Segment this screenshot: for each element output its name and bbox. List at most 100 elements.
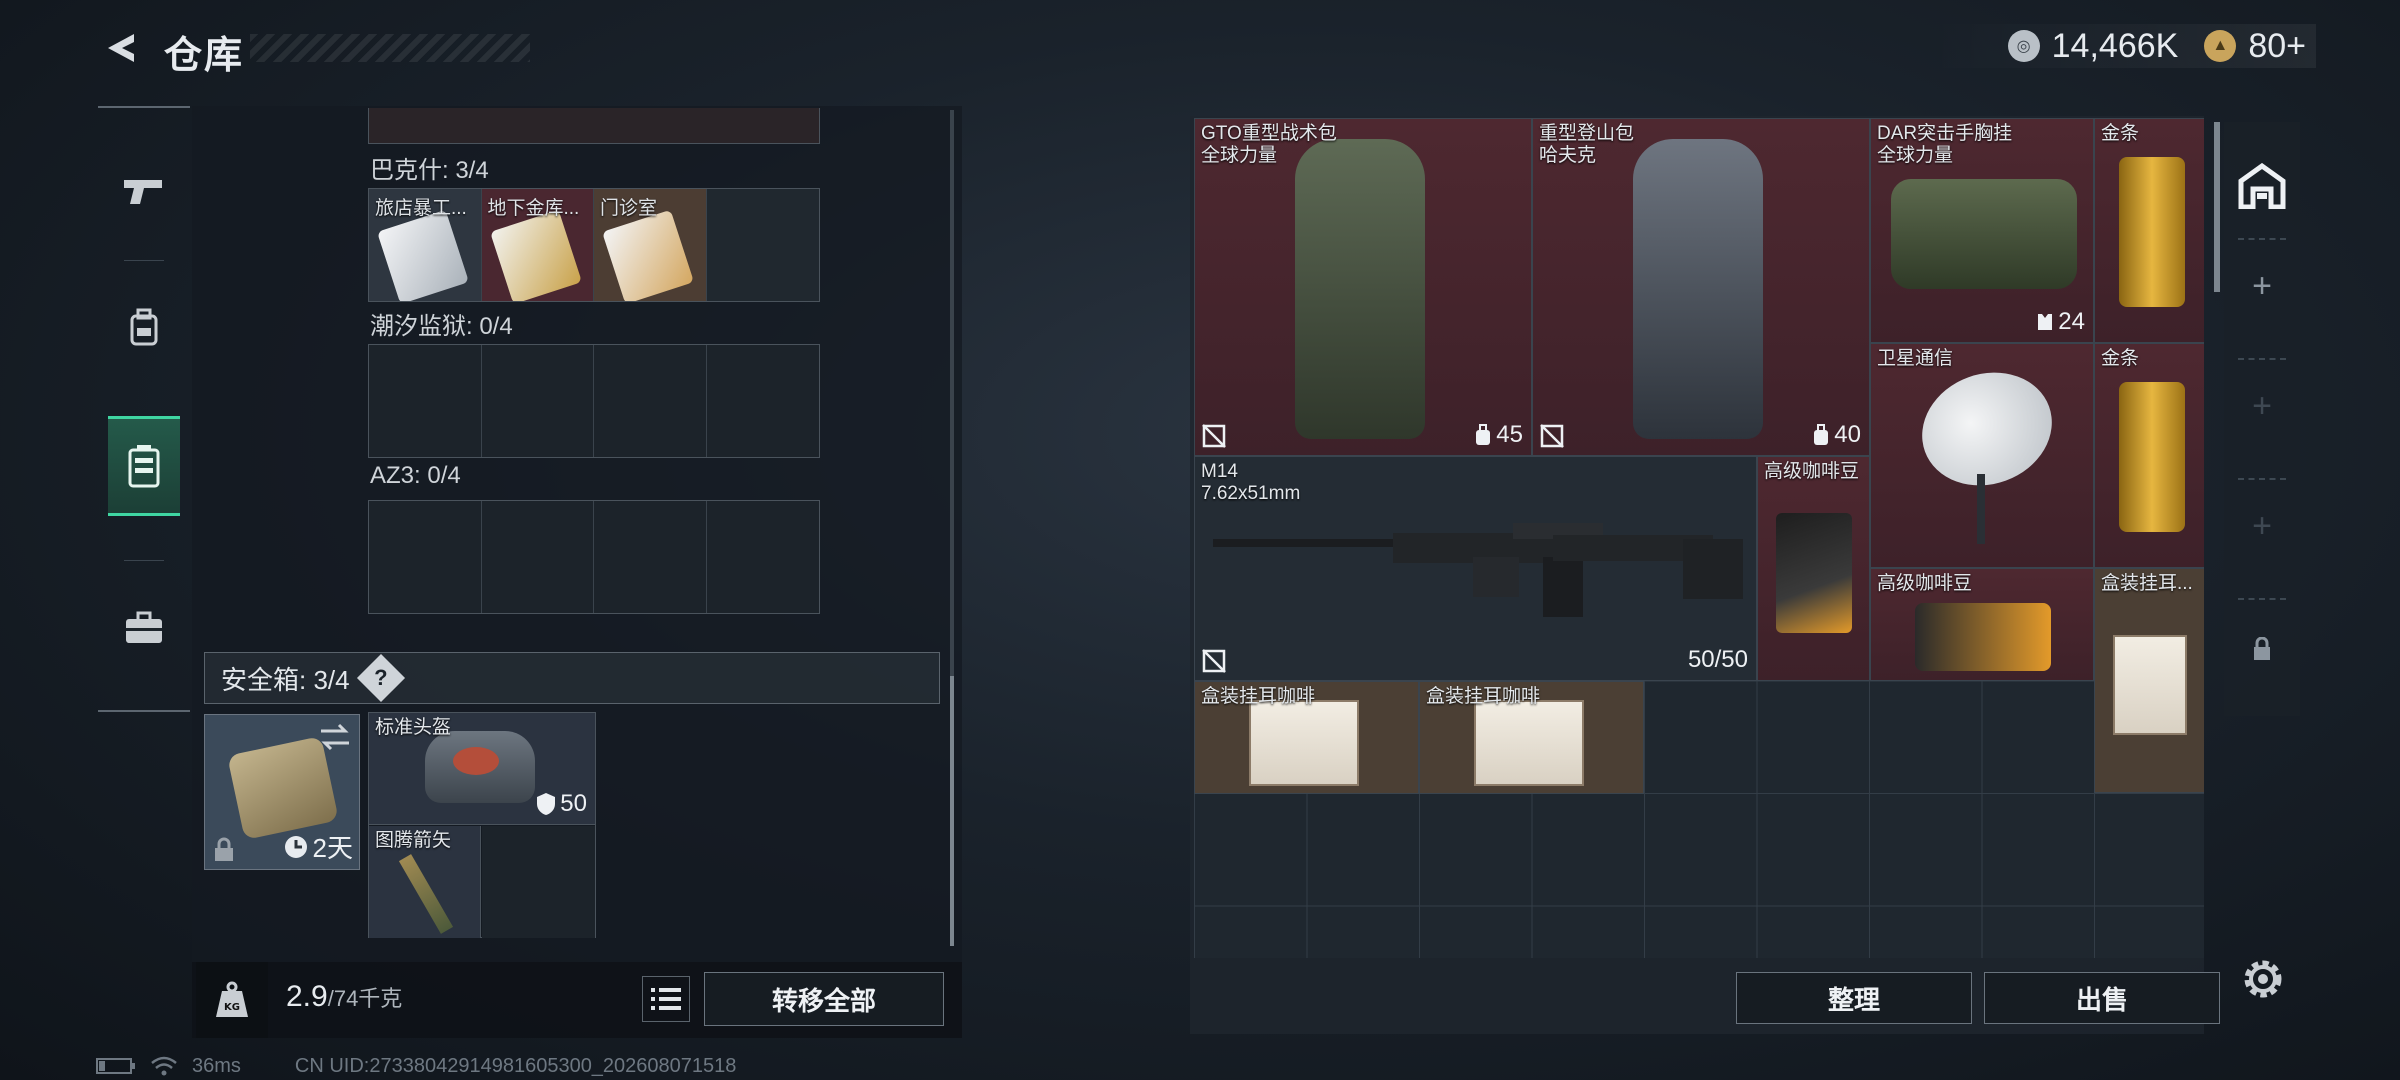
tab-weapons[interactable]: [108, 142, 180, 242]
satellite-dish-image: [1906, 354, 2068, 504]
status-bar: 36ms CN UID:27338042914981605300_2026080…: [96, 1054, 736, 1078]
coffee-box-image: [1249, 700, 1359, 786]
safebox-case[interactable]: 2天: [204, 714, 360, 870]
inventory-item-chest-rig[interactable]: DAR突击手胸挂 全球力量 24: [1870, 118, 2094, 343]
keycard-icon: [602, 209, 694, 301]
empty-slot[interactable]: [482, 501, 594, 613]
duration-text: 2天: [312, 833, 353, 863]
clock-icon: [284, 835, 307, 858]
empty-slot[interactable]: [482, 345, 594, 457]
keycard-icon: [377, 209, 469, 301]
tab-containers[interactable]: [108, 416, 180, 516]
inventory-item-gto-backpack[interactable]: GTO重型战术包 全球力量 45: [1194, 118, 1532, 456]
inventory-item-climbing-backpack[interactable]: 重型登山包 哈夫克 40: [1532, 118, 1870, 456]
shield-icon: [537, 793, 556, 815]
safebox-case-image: [227, 735, 339, 841]
inventory-scrollbar[interactable]: [2214, 122, 2220, 292]
inventory-item-gold-bar[interactable]: 金条: [2094, 343, 2204, 568]
gold-amount: 80+: [2248, 26, 2306, 65]
item-name: 门诊室: [600, 198, 658, 219]
add-storage-page[interactable]: +: [2224, 256, 2300, 316]
empty-slot[interactable]: [707, 345, 820, 457]
gun-icon: [124, 180, 162, 204]
empty-slot[interactable]: [482, 826, 595, 938]
ping-text: 36ms: [192, 1054, 241, 1077]
arrow-item[interactable]: 图腾箭矢: [369, 826, 481, 938]
tab-storage-main[interactable]: [2224, 148, 2300, 224]
inventory-item-m14[interactable]: M14 7.62x51mm 50/50: [1194, 456, 1757, 681]
no-insure-icon: [1540, 424, 1564, 448]
coffee-bag-image: [1915, 603, 2051, 671]
item-name: 标准头盔: [375, 717, 452, 738]
category-tabs: [98, 106, 190, 712]
keycard-slot[interactable]: 旅店暴工...: [369, 189, 482, 301]
item-name: 重型登山包 哈夫克: [1539, 123, 1635, 166]
item-name: 高级咖啡豆: [1877, 573, 1973, 594]
inventory-item-satellite[interactable]: 卫星通信: [1870, 343, 2094, 568]
currency-display: ◎ 14,466K ▲ 80+: [1927, 24, 2316, 68]
container-grid-bakesh: 旅店暴工... 地下金库... 门诊室: [368, 188, 820, 302]
briefcase-icon: [126, 611, 162, 643]
tab-equipment[interactable]: [108, 278, 180, 378]
empty-slot[interactable]: [594, 501, 707, 613]
transfer-all-button[interactable]: 转移全部: [704, 972, 944, 1026]
weight-value: 2.9/74千克: [286, 980, 403, 1013]
back-arrow-icon: [108, 34, 134, 62]
inventory-item-gold-bar[interactable]: 金条: [2094, 118, 2204, 343]
satellite-stand: [1977, 474, 1985, 544]
item-name: DAR突击手胸挂 全球力量: [1877, 123, 2013, 166]
helmet-item[interactable]: 标准头盔 50: [369, 713, 595, 825]
item-name: 旅店暴工...: [375, 198, 467, 219]
backpack-image: [1633, 139, 1763, 439]
empty-slot[interactable]: [369, 501, 482, 613]
sort-button[interactable]: 整理: [1736, 972, 1972, 1024]
inventory-item-drip-coffee[interactable]: 盒装挂耳咖啡: [1194, 681, 1419, 794]
inventory-item-drip-coffee[interactable]: 盒装挂耳...: [2094, 568, 2204, 793]
inventory-item-coffee-beans[interactable]: 高级咖啡豆: [1870, 568, 2094, 681]
empty-slot[interactable]: [706, 189, 819, 301]
backpack-small-icon: [1814, 424, 1829, 445]
storage-page-tabs: + + +: [2224, 122, 2300, 716]
list-view-button[interactable]: [642, 976, 690, 1022]
locked-storage-page[interactable]: [2224, 624, 2300, 674]
item-name: 金条: [2101, 123, 2140, 144]
item-name: 地下金库...: [487, 198, 580, 219]
swap-icon[interactable]: [319, 723, 351, 751]
capacity-stat: 24: [2036, 308, 2085, 336]
safebox-label: 安全箱: 3/4: [221, 664, 350, 695]
partial-grid-above: [368, 108, 820, 144]
safebox-header: 安全箱: 3/4 ?: [204, 652, 940, 704]
settings-button[interactable]: [2238, 954, 2288, 1004]
keycard-slot[interactable]: 地下金库...: [481, 189, 594, 301]
add-storage-page[interactable]: +: [2224, 496, 2300, 556]
coffee-bag-image: [1776, 513, 1852, 633]
item-name: 金条: [2101, 348, 2140, 369]
empty-slot[interactable]: [707, 501, 820, 613]
silver-coin-icon: ◎: [2007, 30, 2040, 62]
sell-button[interactable]: 出售: [1984, 972, 2220, 1024]
gold-coin-icon: ▲: [2204, 30, 2237, 62]
safebox-grid: 标准头盔 50 图腾箭矢: [368, 712, 596, 938]
stash-scrollbar[interactable]: [950, 676, 954, 946]
coffee-box-image: [1474, 700, 1584, 786]
gold-bar-image: [2119, 157, 2185, 307]
inventory-grid: GTO重型战术包 全球力量 45 重型登山包 哈夫克 40 DAR突击手胸挂 全球力量…: [1194, 118, 2204, 958]
armor-stat: 50: [536, 790, 587, 818]
tab-items[interactable]: [108, 578, 180, 678]
ammo-count: 50/50: [1687, 646, 1748, 673]
battery-icon: [96, 1058, 135, 1074]
back-button[interactable]: [96, 24, 144, 72]
keycard-slot[interactable]: 门诊室: [594, 189, 707, 301]
list-icon: [651, 988, 681, 1010]
empty-slot[interactable]: [369, 345, 482, 457]
weight-icon: KG: [216, 981, 248, 1017]
keycard-icon: [489, 209, 582, 301]
inventory-item-drip-coffee[interactable]: 盒装挂耳咖啡: [1419, 681, 1644, 794]
container-grid-az3: [368, 500, 820, 614]
empty-slot[interactable]: [594, 345, 707, 457]
inventory-item-coffee-beans[interactable]: 高级咖啡豆: [1757, 456, 1870, 681]
help-icon[interactable]: ?: [356, 653, 405, 703]
item-name: 卫星通信: [1877, 348, 1954, 369]
add-storage-page[interactable]: +: [2224, 376, 2300, 436]
container-icon: [128, 445, 160, 488]
